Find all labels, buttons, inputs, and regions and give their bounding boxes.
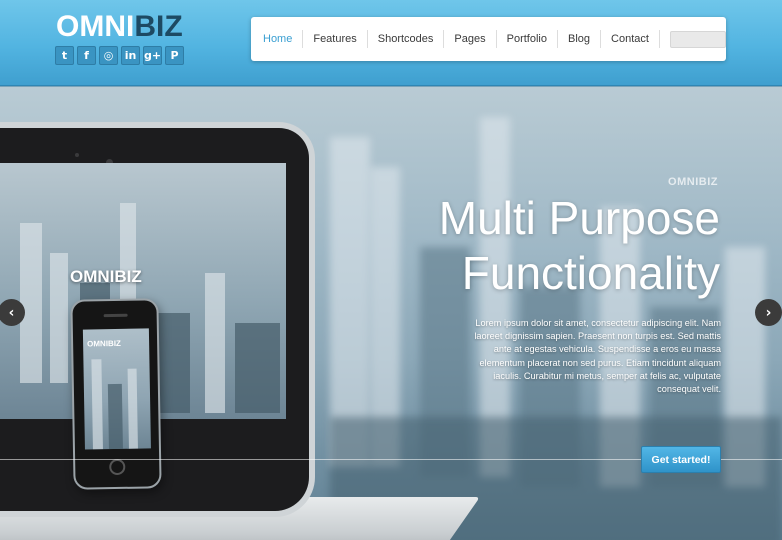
- screen-building: [235, 323, 280, 413]
- nav-item-home[interactable]: Home: [253, 30, 304, 48]
- googleplus-icon[interactable]: g+: [143, 46, 162, 65]
- phone-home-button: [109, 458, 126, 476]
- screen-building: [91, 359, 103, 450]
- nav-item-features[interactable]: Features: [303, 30, 368, 48]
- logo-text-biz: BIZ: [134, 10, 183, 43]
- hero-title: Multi Purpose Functionality: [439, 191, 720, 301]
- site-logo[interactable]: OMNIBIZ: [56, 10, 183, 44]
- screen-building: [205, 273, 225, 413]
- get-started-button[interactable]: Get started!: [641, 446, 721, 473]
- hero-slider: OMNIBIZ OMNIBIZ OMNIBIZ Multi Purpose Fu…: [0, 87, 782, 540]
- slider-next-arrow-icon[interactable]: ›: [755, 299, 782, 326]
- phone-device: OMNIBIZ: [70, 298, 162, 490]
- phone-screen-logo: OMNIBIZ: [87, 338, 121, 349]
- social-links: t f ◎ in g+ P: [55, 46, 184, 65]
- screen-building: [107, 383, 123, 450]
- nav-item-pages[interactable]: Pages: [444, 30, 497, 48]
- logo-text-omni: OMNI: [56, 10, 135, 43]
- screen-building: [127, 368, 138, 449]
- nav-item-shortcodes[interactable]: Shortcodes: [368, 30, 445, 48]
- search-input[interactable]: [669, 30, 726, 48]
- main-nav: Home Features Shortcodes Pages Portfolio…: [251, 17, 726, 61]
- phone-speaker: [103, 313, 128, 318]
- nav-item-contact[interactable]: Contact: [601, 30, 660, 48]
- hero-title-line2: Functionality: [461, 247, 720, 299]
- nav-item-blog[interactable]: Blog: [558, 30, 602, 48]
- nav-items: Home Features Shortcodes Pages Portfolio…: [251, 17, 660, 61]
- laptop-camera: [75, 153, 79, 157]
- twitter-icon[interactable]: t: [55, 46, 74, 65]
- laptop-screen-logo: OMNIBIZ: [70, 267, 142, 286]
- linkedin-icon[interactable]: in: [121, 46, 140, 65]
- dribbble-icon[interactable]: ◎: [99, 46, 118, 65]
- site-header: OMNIBIZ t f ◎ in g+ P Home Features Shor…: [0, 0, 782, 86]
- pinterest-icon[interactable]: P: [165, 46, 184, 65]
- hero-brand-label: OMNIBIZ: [668, 176, 718, 188]
- hero-title-line1: Multi Purpose: [438, 192, 720, 244]
- screen-building: [20, 223, 42, 383]
- hero-description: Lorem ipsum dolor sit amet, consectetur …: [474, 318, 721, 395]
- screen-building: [50, 253, 68, 383]
- nav-item-portfolio[interactable]: Portfolio: [497, 30, 558, 48]
- facebook-icon[interactable]: f: [77, 46, 96, 65]
